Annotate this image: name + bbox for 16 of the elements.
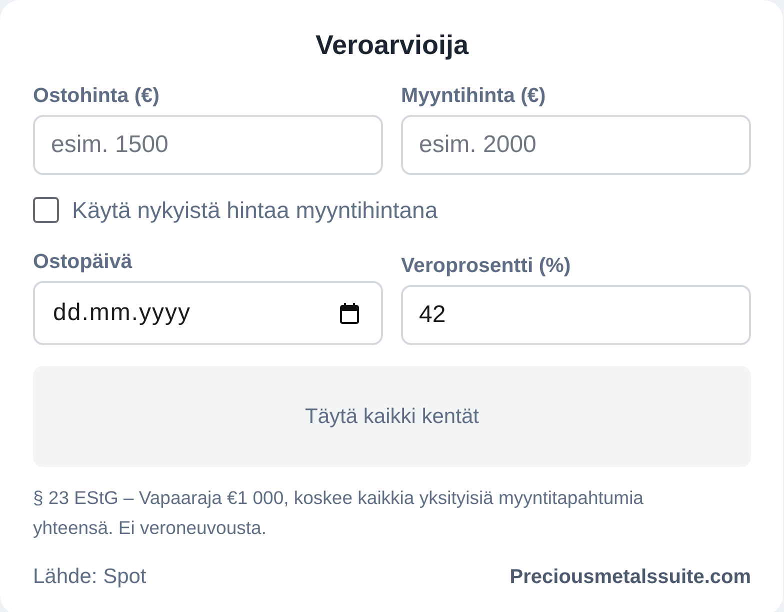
source-text: Lähde: Spot xyxy=(33,564,146,590)
date-field[interactable]: dd.mm.yyyy xyxy=(33,281,383,345)
input-field[interactable]: esim. 2000 xyxy=(401,115,751,175)
field-label: Ostopäivä xyxy=(33,250,134,273)
site-link[interactable]: Preciousmetalssuite.com xyxy=(510,562,751,592)
form-title: Veroarvioija xyxy=(314,29,470,61)
result-message: Täytä kaikki kentät xyxy=(305,404,479,430)
checkbox-label[interactable]: Käytä nykyistä hintaa myyntihintana xyxy=(72,197,438,223)
field-label: Veroprosentti (%) xyxy=(401,254,572,277)
field-label: Myyntihinta (€) xyxy=(401,84,547,107)
field-label: Ostohinta (€) xyxy=(33,84,160,107)
checkbox[interactable] xyxy=(33,197,59,223)
calendar-icon[interactable] xyxy=(340,303,359,324)
disclaimer-text: § 23 EStG – Vapaaraja €1 000, koskee kaikkia yksityisiä myyntitapahtumia yhteensä. Ei veroneuvousta. xyxy=(33,486,644,540)
input-field[interactable]: esim. 1500 xyxy=(33,115,383,175)
input-field[interactable]: 42 xyxy=(401,285,751,345)
